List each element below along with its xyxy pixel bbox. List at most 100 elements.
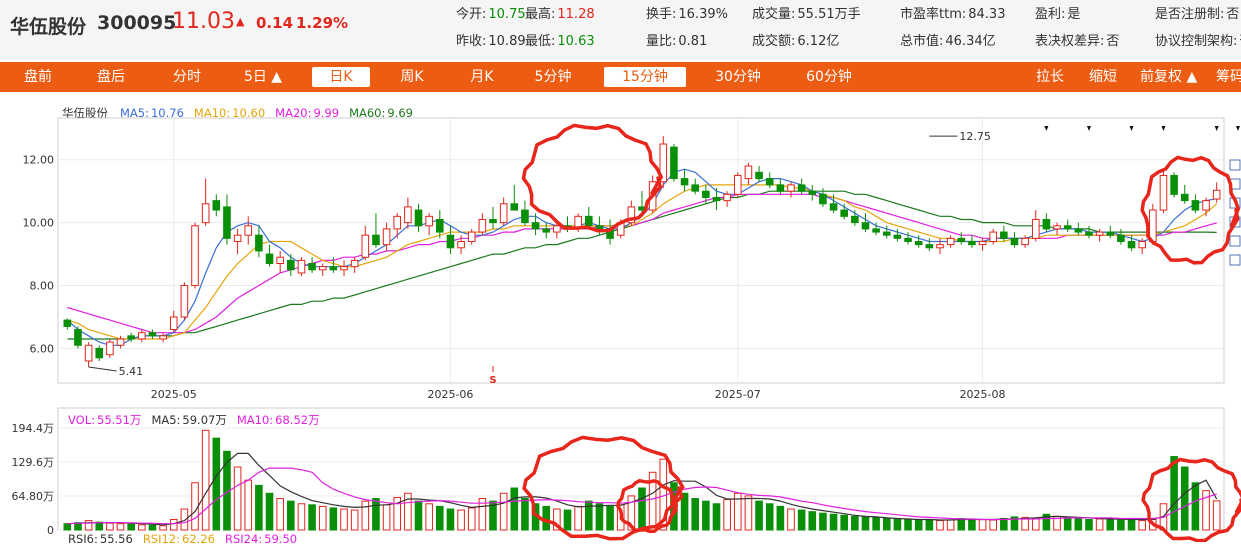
period-tab[interactable]: 盘前 <box>18 67 58 87</box>
candle-body <box>659 143 668 183</box>
quote-value: 否 <box>1106 34 1120 49</box>
volume-bar <box>457 509 465 531</box>
candle-body <box>446 234 455 249</box>
volume-bar <box>733 492 742 531</box>
candle-body <box>1031 218 1040 239</box>
period-tab[interactable]: 15分钟 <box>604 67 686 87</box>
overlay-checkbox <box>1229 178 1241 190</box>
candle-body <box>318 266 327 271</box>
candle-body <box>648 181 657 211</box>
event-marker-icon <box>1161 126 1166 131</box>
volume-bar <box>914 519 923 531</box>
chart-option-button[interactable]: 前复权 ▲ <box>1140 67 1202 87</box>
chart-option-button[interactable]: 缩短 <box>1089 67 1125 87</box>
period-tab[interactable]: 5日 ▲ <box>240 67 286 87</box>
volume-bar <box>329 507 338 531</box>
period-tab[interactable]: 30分钟 <box>708 67 768 87</box>
period-tab[interactable]: 周K <box>392 67 432 87</box>
volume-bar <box>829 513 838 531</box>
y-tick-label: 10.00 <box>23 217 55 230</box>
volume-bar <box>606 505 614 531</box>
volume-bar <box>1085 519 1093 531</box>
volume-bar <box>350 509 359 531</box>
volume-bar <box>723 499 731 531</box>
vol-tick-label: 0 <box>47 524 54 537</box>
volume-bar <box>361 500 370 531</box>
volume-bar <box>712 503 721 531</box>
period-tab[interactable]: 5分钟 <box>530 67 576 87</box>
quote-value: 16.39% <box>678 7 728 22</box>
volume-bar <box>968 518 976 531</box>
quote-item: 昨收: 10.89 <box>456 30 526 49</box>
volume-bar <box>425 503 433 531</box>
quote-label: 成交量: <box>752 7 796 22</box>
quote-item: 换手: 16.39% <box>646 3 728 22</box>
quote-value: 46.34亿 <box>945 34 996 49</box>
volume-bar <box>435 505 444 531</box>
candle-body <box>382 228 391 246</box>
candle-body <box>404 206 412 224</box>
volume-bar <box>1170 456 1178 531</box>
legend-label: RSI6: <box>68 532 98 546</box>
extreme-label: 12.75 <box>959 130 991 143</box>
rsi-legend: RSI6: 55.56 RSI12: 62.26 RSI24: 59.50 <box>68 532 307 546</box>
legend-label: MA10: <box>236 413 274 427</box>
price-change-pct: 1.29% <box>296 14 349 32</box>
period-tab[interactable]: 盘后 <box>91 67 131 87</box>
volume-bar <box>584 500 593 531</box>
volume-bar <box>265 492 274 531</box>
candle-body <box>1149 209 1157 242</box>
legend-label: MA60: <box>349 106 386 120</box>
price-change: 0.14 <box>256 14 294 32</box>
chart-option-button[interactable]: 筹码 <box>1216 67 1241 87</box>
volume-bar <box>244 479 253 531</box>
candle-body <box>776 184 785 192</box>
volume-bar <box>1031 517 1040 531</box>
chart-option-button[interactable]: 拉长 <box>1036 67 1072 87</box>
vol-tick-label: 129.6万 <box>12 456 55 469</box>
period-tab[interactable]: 60分钟 <box>796 67 862 87</box>
candle-body <box>116 338 125 346</box>
quote-value: 10.89 <box>488 34 526 49</box>
volume-bar <box>340 508 348 531</box>
volume-bar <box>553 508 561 531</box>
quote-label: 成交额: <box>752 34 796 49</box>
stock-price: 11.03 <box>172 9 235 34</box>
volume-bar <box>1000 517 1008 531</box>
volume-bar <box>787 508 795 531</box>
legend-item: MA10: 68.52万 <box>237 413 320 427</box>
legend-label: MA5: <box>151 413 181 427</box>
candle-body <box>180 285 189 318</box>
candle-body <box>925 244 934 249</box>
volume-bar <box>169 519 178 531</box>
volume-bar <box>74 522 82 531</box>
volume-bar <box>659 458 668 531</box>
volume-bar <box>478 498 487 531</box>
candle-body <box>148 332 157 337</box>
candle-body <box>861 222 870 230</box>
candle-body <box>106 341 114 356</box>
period-tab[interactable]: 分时 <box>167 67 207 87</box>
volume-bar <box>1063 516 1072 531</box>
volume-bar <box>138 524 146 531</box>
up-arrow-icon: ▲ <box>236 15 245 28</box>
event-marker-icon <box>1235 126 1240 131</box>
candle-body <box>478 218 487 233</box>
volume-bar <box>595 503 604 531</box>
candle-body <box>1053 225 1061 230</box>
legend-item: MA10: 10.60 <box>194 106 265 120</box>
candle-body <box>1000 231 1008 239</box>
event-marker-icon <box>1214 126 1219 131</box>
volume-bar <box>212 437 221 531</box>
vol-tick-label: 64.80万 <box>12 490 55 503</box>
candle-body <box>340 266 348 271</box>
quote-item: 盈利: 是 <box>1035 3 1080 22</box>
period-tab[interactable]: 日K <box>312 67 370 87</box>
legend-item: MA20: 9.99 <box>275 106 339 120</box>
legend-item: RSI24: 59.50 <box>225 532 297 546</box>
candle-body <box>1138 240 1146 249</box>
candle-body <box>1106 231 1115 236</box>
period-tab[interactable]: 月K <box>462 67 502 87</box>
candle-body <box>1127 240 1136 249</box>
candle-body <box>765 178 774 186</box>
